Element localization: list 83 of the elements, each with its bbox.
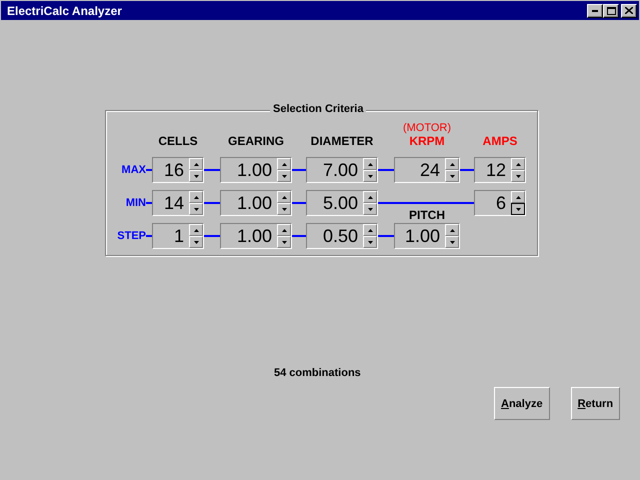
- minimize-button[interactable]: [587, 4, 603, 18]
- down-arrow-icon: [282, 174, 286, 178]
- column-label: AMPS: [482, 134, 518, 148]
- up-arrow-icon: [368, 162, 372, 166]
- spin-up-button[interactable]: [511, 191, 525, 203]
- spin-up-button[interactable]: [277, 191, 291, 203]
- connector-line: [204, 235, 220, 237]
- down-arrow-icon: [450, 174, 454, 178]
- close-icon: [625, 7, 633, 14]
- down-arrow-icon: [194, 240, 198, 244]
- spin-box[interactable]: 24: [394, 157, 460, 183]
- row-label: MIN: [126, 197, 146, 209]
- down-arrow-icon: [368, 240, 372, 244]
- status-text: 54 combinations: [274, 367, 361, 379]
- column-label: KRPM: [409, 134, 445, 148]
- connector-line: [460, 169, 474, 171]
- up-arrow-icon: [368, 196, 372, 198]
- down-arrow-icon: [194, 208, 198, 210]
- minimize-icon: [592, 10, 598, 12]
- maximize-button[interactable]: [603, 4, 619, 18]
- down-arrow-icon: [450, 240, 454, 244]
- connector-line: [378, 169, 394, 171]
- down-arrow-icon: [516, 174, 520, 178]
- connector-line: [378, 235, 394, 237]
- up-arrow-icon: [194, 162, 198, 166]
- up-arrow-icon: [450, 228, 454, 232]
- spin-box[interactable]: 6: [474, 190, 526, 216]
- up-arrow-icon: [516, 162, 520, 166]
- down-arrow-icon: [194, 174, 198, 178]
- spin-box[interactable]: 1.00: [220, 190, 292, 216]
- spin-box[interactable]: 1.00: [220, 157, 292, 183]
- down-arrow-icon: [368, 208, 372, 210]
- spin-box[interactable]: 1.00: [394, 223, 460, 249]
- up-arrow-icon: [368, 228, 372, 232]
- up-arrow-icon: [194, 228, 198, 232]
- column-label: GEARING: [228, 134, 284, 148]
- down-arrow-icon: [516, 208, 520, 210]
- spin-box[interactable]: 0.50: [306, 223, 378, 249]
- spin-up-button[interactable]: [189, 191, 203, 203]
- connector-line: [292, 202, 306, 204]
- window-title: ElectriCalc Analyzer: [7, 4, 123, 18]
- connector-line: [292, 235, 306, 237]
- connector-line: [204, 169, 220, 171]
- down-arrow-icon: [368, 174, 372, 178]
- up-arrow-icon: [282, 196, 286, 198]
- action-button[interactable]: Analyze: [494, 387, 550, 420]
- up-arrow-icon: [282, 162, 286, 166]
- spin-box[interactable]: 7.00: [306, 157, 378, 183]
- group-title: Selection Criteria: [270, 103, 366, 115]
- row-label: MAX: [122, 164, 146, 176]
- spin-up-button[interactable]: [445, 158, 459, 170]
- spin-down-button[interactable]: [511, 203, 525, 215]
- row-label: STEP: [117, 230, 146, 242]
- spin-up-button[interactable]: [511, 158, 525, 170]
- spin-box[interactable]: 5.00: [306, 190, 378, 216]
- up-arrow-icon: [450, 162, 454, 166]
- column-label: DIAMETER: [310, 134, 374, 148]
- spin-box[interactable]: 16: [152, 157, 204, 183]
- spin-up-button[interactable]: [363, 158, 377, 170]
- spin-up-button[interactable]: [277, 224, 291, 236]
- column-label: CELLS: [158, 134, 198, 148]
- spin-up-button[interactable]: [189, 158, 203, 170]
- spin-up-button[interactable]: [445, 224, 459, 236]
- spin-up-button[interactable]: [363, 224, 377, 236]
- column-label: PITCH: [409, 208, 445, 222]
- spin-box[interactable]: 12: [474, 157, 526, 183]
- spin-box[interactable]: 1.00: [220, 223, 292, 249]
- up-arrow-icon: [516, 196, 520, 198]
- spin-up-button[interactable]: [363, 191, 377, 203]
- action-button[interactable]: Return: [570, 387, 620, 420]
- connector-line: [204, 202, 220, 204]
- up-arrow-icon: [282, 228, 286, 232]
- down-arrow-icon: [282, 240, 286, 244]
- spin-box[interactable]: 1: [152, 223, 204, 249]
- up-arrow-icon: [194, 196, 198, 198]
- spin-box[interactable]: 14: [152, 190, 204, 216]
- maximize-icon: [606, 6, 616, 14]
- column-note: (MOTOR): [402, 122, 452, 134]
- spin-up-button[interactable]: [189, 224, 203, 236]
- down-arrow-icon: [282, 208, 286, 210]
- spin-up-button[interactable]: [277, 158, 291, 170]
- close-button[interactable]: [621, 4, 637, 18]
- connector-line: [292, 169, 306, 171]
